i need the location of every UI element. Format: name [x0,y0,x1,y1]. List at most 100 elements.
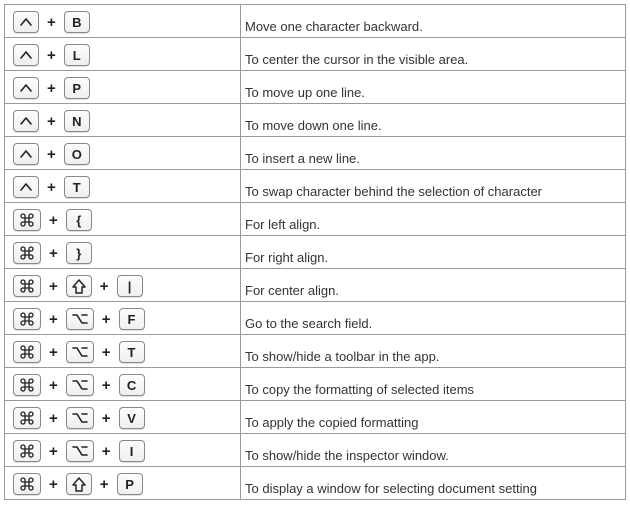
key-p: P [117,473,143,495]
description-text: For left align. [245,217,320,232]
description-cell: To move up one line. [241,71,626,104]
plus-icon: + [102,344,111,361]
description-text: To swap character behind the selection o… [245,184,542,199]
plus-icon: + [100,476,109,493]
key-label: I [130,444,134,459]
key-}: } [66,242,92,264]
key-label: F [128,312,136,327]
table-row: + + C To copy the formatting of selected it… [5,368,626,401]
shortcut-table: +BMove one character backward.+LTo cente… [4,4,626,500]
table-row: + + V To apply the copied formatting [5,401,626,434]
plus-icon: + [47,14,56,31]
key-b: B [64,11,90,33]
key-label: P [125,477,134,492]
opt-key-icon [66,308,94,330]
shortcut-cell: ++T [5,335,241,368]
plus-icon: + [49,377,58,394]
cmd-key-icon [13,242,41,264]
description-text: To move up one line. [245,85,365,100]
cmd-key-icon [13,209,41,231]
description-cell: To apply the copied formatting [241,401,626,434]
key-label: { [76,213,81,228]
plus-icon: + [49,278,58,295]
plus-icon: + [47,146,56,163]
plus-icon: + [47,179,56,196]
table-row: + P To move up one line. [5,71,626,104]
key-v: V [119,407,145,429]
key-label: T [73,180,81,195]
key-n: N [64,110,90,132]
shift-key-icon [66,275,92,297]
ctrl-key-icon [13,143,39,165]
description-text: For center align. [245,283,339,298]
shortcut-cell: ++F [5,302,241,335]
key-{: { [66,209,92,231]
description-cell: To swap character behind the selection o… [241,170,626,203]
table-row: ++FGo to the search field. [5,302,626,335]
plus-icon: + [102,311,111,328]
key-t: T [64,176,90,198]
cmd-key-icon [13,308,41,330]
key-t: T [119,341,145,363]
key-label: V [127,411,136,426]
description-cell: For center align. [241,269,626,302]
key-i: I [119,440,145,462]
table-row: + B Move one character backward. [5,5,626,38]
shortcut-cell: +L [5,38,241,71]
opt-key-icon [66,341,94,363]
cmd-key-icon [13,407,41,429]
cmd-key-icon [13,473,41,495]
description-text: To insert a new line. [245,151,360,166]
ctrl-key-icon [13,44,39,66]
plus-icon: + [49,476,58,493]
description-text: To display a window for selecting docume… [245,481,537,496]
cmd-key-icon [13,275,41,297]
key-label: P [72,81,81,96]
key-f: F [119,308,145,330]
description-cell: To copy the formatting of selected items [241,368,626,401]
ctrl-key-icon [13,77,39,99]
description-cell: To move down one line. [241,104,626,137]
table-row: + + P To display a window for selecting doc… [5,467,626,500]
description-cell: To show/hide a toolbar in the app. [241,335,626,368]
opt-key-icon [66,374,94,396]
table-row: ++TTo show/hide a toolbar in the app. [5,335,626,368]
table-row: +N To move down one line. [5,104,626,137]
description-cell: For right align. [241,236,626,269]
plus-icon: + [102,443,111,460]
key-label: } [76,246,81,261]
key-|: | [117,275,143,297]
table-row: ++|For center align. [5,269,626,302]
table-row: +}For right align. [5,236,626,269]
shortcut-cell: +N [5,104,241,137]
ctrl-key-icon [13,110,39,132]
table-row: +LTo center the cursor in the visible ar… [5,38,626,71]
key-o: O [64,143,90,165]
key-label: B [72,15,81,30]
key-label: O [72,147,82,162]
description-cell: To center the cursor in the visible area… [241,38,626,71]
plus-icon: + [49,410,58,427]
description-cell: Move one character backward. [241,5,626,38]
cmd-key-icon [13,374,41,396]
table-row: +TTo swap character behind the selection… [5,170,626,203]
plus-icon: + [102,410,111,427]
key-l: L [64,44,90,66]
key-label: N [72,114,81,129]
cmd-key-icon [13,341,41,363]
plus-icon: + [47,47,56,64]
key-label: L [73,48,81,63]
table-row: + O To insert a new line. [5,137,626,170]
table-row: ++ITo show/hide the inspector window. [5,434,626,467]
shortcut-cell: + + P [5,467,241,500]
shortcut-cell: +T [5,170,241,203]
description-text: To move down one line. [245,118,382,133]
shortcut-cell: ++| [5,269,241,302]
shortcut-cell: ++I [5,434,241,467]
shift-key-icon [66,473,92,495]
key-c: C [119,374,145,396]
key-label: | [128,279,132,294]
plus-icon: + [47,80,56,97]
table-row: +{For left align. [5,203,626,236]
plus-icon: + [102,377,111,394]
